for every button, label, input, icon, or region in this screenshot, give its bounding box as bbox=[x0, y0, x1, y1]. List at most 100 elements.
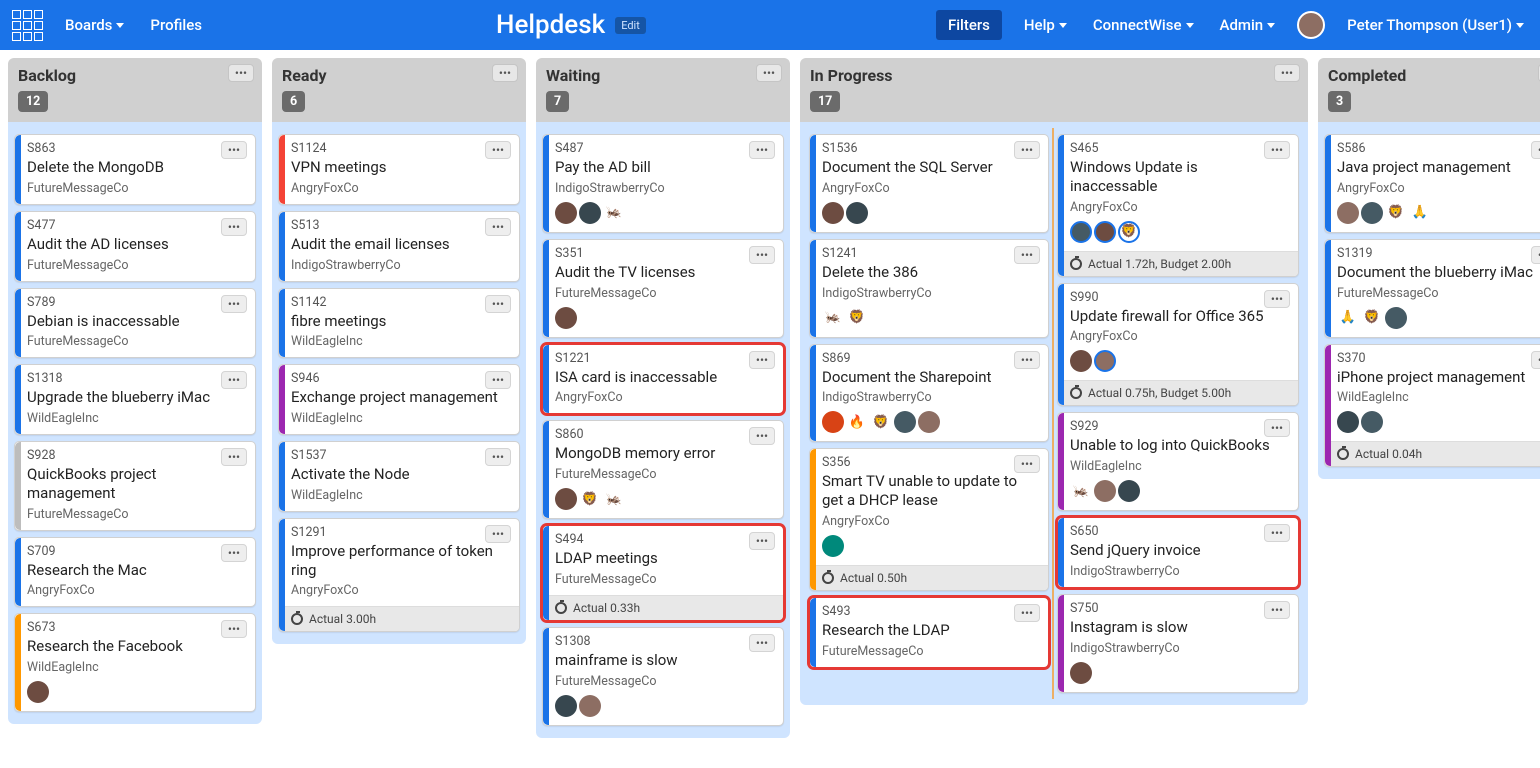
card-menu-button[interactable]: ••• bbox=[749, 634, 775, 652]
card-menu-button[interactable]: ••• bbox=[1014, 604, 1040, 622]
app-grid-icon[interactable] bbox=[12, 10, 43, 41]
ticket-card[interactable]: •••S1537Activate the NodeWildEagleInc bbox=[278, 441, 520, 512]
ticket-card[interactable]: •••S863Delete the MongoDBFutureMessageCo bbox=[14, 134, 256, 205]
card-menu-button[interactable]: ••• bbox=[1014, 141, 1040, 159]
assignee-avatar[interactable] bbox=[27, 681, 49, 703]
ticket-card[interactable]: •••S1536Document the SQL ServerAngryFoxC… bbox=[809, 134, 1049, 233]
assignee-avatar[interactable]: 🔥 bbox=[846, 411, 868, 433]
assignee-avatar[interactable] bbox=[1094, 480, 1116, 502]
filters-button[interactable]: Filters bbox=[936, 10, 1002, 40]
ticket-card[interactable]: •••S928QuickBooks project managementFutu… bbox=[14, 441, 256, 531]
card-menu-button[interactable]: ••• bbox=[221, 371, 247, 389]
assignee-avatar[interactable] bbox=[1361, 411, 1383, 433]
assignee-avatar[interactable] bbox=[918, 411, 940, 433]
ticket-card[interactable]: •••S990Update firewall for Office 365Ang… bbox=[1057, 283, 1299, 407]
assignee-avatar[interactable] bbox=[1070, 221, 1092, 243]
card-menu-button[interactable]: ••• bbox=[221, 620, 247, 638]
assignee-avatar[interactable]: 🦁 bbox=[846, 307, 868, 329]
ticket-card[interactable]: •••S946Exchange project managementWildEa… bbox=[278, 364, 520, 435]
card-menu-button[interactable]: ••• bbox=[221, 218, 247, 236]
ticket-card[interactable]: •••S1318Upgrade the blueberry iMacWildEa… bbox=[14, 364, 256, 435]
card-menu-button[interactable]: ••• bbox=[221, 295, 247, 313]
ticket-card[interactable]: •••S860MongoDB memory errorFutureMessage… bbox=[542, 420, 784, 519]
assignee-avatar[interactable] bbox=[1385, 307, 1407, 329]
column-menu-button[interactable]: ••• bbox=[1274, 64, 1300, 82]
card-menu-button[interactable]: ••• bbox=[485, 525, 511, 543]
assignee-avatar[interactable]: 🦗 bbox=[822, 307, 844, 329]
ticket-card[interactable]: •••S650Send jQuery invoiceIndigoStrawber… bbox=[1057, 517, 1299, 588]
assignee-avatar[interactable] bbox=[1337, 411, 1359, 433]
ticket-card[interactable]: •••S351Audit the TV licensesFutureMessag… bbox=[542, 239, 784, 338]
ticket-card[interactable]: •••S356Smart TV unable to update to get … bbox=[809, 448, 1049, 591]
ticket-card[interactable]: •••S370iPhone project managementWildEagl… bbox=[1324, 344, 1540, 468]
nav-profiles[interactable]: Profiles bbox=[146, 10, 206, 40]
user-avatar[interactable] bbox=[1297, 11, 1325, 39]
assignee-avatar[interactable] bbox=[555, 488, 577, 510]
ticket-card[interactable]: •••S477Audit the AD licensesFutureMessag… bbox=[14, 211, 256, 282]
ticket-card[interactable]: •••S465Windows Update is inaccessableAng… bbox=[1057, 134, 1299, 277]
assignee-avatar[interactable]: 🦗 bbox=[603, 202, 625, 224]
assignee-avatar[interactable] bbox=[555, 307, 577, 329]
card-menu-button[interactable]: ••• bbox=[749, 351, 775, 369]
card-menu-button[interactable]: ••• bbox=[1014, 246, 1040, 264]
ticket-card[interactable]: •••S493Research the LDAPFutureMessageCo bbox=[809, 597, 1049, 668]
card-menu-button[interactable]: ••• bbox=[1264, 290, 1290, 308]
card-menu-button[interactable]: ••• bbox=[1531, 351, 1540, 369]
card-menu-button[interactable]: ••• bbox=[749, 427, 775, 445]
ticket-card[interactable]: •••S1142fibre meetingsWildEagleInc bbox=[278, 288, 520, 359]
assignee-avatar[interactable] bbox=[894, 411, 916, 433]
card-menu-button[interactable]: ••• bbox=[1264, 524, 1290, 542]
assignee-avatar[interactable] bbox=[1070, 662, 1092, 684]
assignee-avatar[interactable] bbox=[1361, 202, 1383, 224]
assignee-avatar[interactable]: 🙏 bbox=[1409, 202, 1431, 224]
card-menu-button[interactable]: ••• bbox=[749, 141, 775, 159]
card-menu-button[interactable]: ••• bbox=[485, 371, 511, 389]
nav-boards[interactable]: Boards bbox=[61, 10, 128, 40]
card-menu-button[interactable]: ••• bbox=[1014, 351, 1040, 369]
ticket-card[interactable]: •••S750Instagram is slowIndigoStrawberry… bbox=[1057, 594, 1299, 693]
card-menu-button[interactable]: ••• bbox=[1531, 141, 1540, 159]
ticket-card[interactable]: •••S513Audit the email licensesIndigoStr… bbox=[278, 211, 520, 282]
nav-help[interactable]: Help bbox=[1020, 10, 1071, 40]
column-menu-button[interactable]: ••• bbox=[228, 64, 254, 82]
ticket-card[interactable]: •••S1241Delete the 386IndigoStrawberryCo… bbox=[809, 239, 1049, 338]
assignee-avatar[interactable] bbox=[846, 202, 868, 224]
assignee-avatar[interactable] bbox=[822, 202, 844, 224]
card-menu-button[interactable]: ••• bbox=[1264, 419, 1290, 437]
assignee-avatar[interactable] bbox=[1337, 202, 1359, 224]
assignee-avatar[interactable] bbox=[1094, 350, 1116, 372]
assignee-avatar[interactable] bbox=[555, 695, 577, 717]
ticket-card[interactable]: •••S487Pay the AD billIndigoStrawberryCo… bbox=[542, 134, 784, 233]
assignee-avatar[interactable] bbox=[1094, 221, 1116, 243]
ticket-card[interactable]: •••S929Unable to log into QuickBooksWild… bbox=[1057, 412, 1299, 511]
card-menu-button[interactable]: ••• bbox=[221, 448, 247, 466]
ticket-card[interactable]: •••S1291Improve performance of token rin… bbox=[278, 518, 520, 633]
nav-user[interactable]: Peter Thompson (User1) bbox=[1343, 10, 1528, 40]
assignee-avatar[interactable] bbox=[1070, 350, 1092, 372]
ticket-card[interactable]: •••S586Java project managementAngryFoxCo… bbox=[1324, 134, 1540, 233]
card-menu-button[interactable]: ••• bbox=[221, 141, 247, 159]
ticket-card[interactable]: •••S1319Document the blueberry iMacFutur… bbox=[1324, 239, 1540, 338]
ticket-card[interactable]: •••S1221ISA card is inaccessableAngryFox… bbox=[542, 344, 784, 415]
assignee-avatar[interactable]: 🦁 bbox=[1118, 221, 1140, 243]
card-menu-button[interactable]: ••• bbox=[485, 141, 511, 159]
ticket-card[interactable]: •••S1124VPN meetingsAngryFoxCo bbox=[278, 134, 520, 205]
assignee-avatar[interactable] bbox=[822, 535, 844, 557]
column-menu-button[interactable]: ••• bbox=[756, 64, 782, 82]
nav-connectwise[interactable]: ConnectWise bbox=[1089, 10, 1198, 40]
assignee-avatar[interactable] bbox=[1118, 480, 1140, 502]
card-menu-button[interactable]: ••• bbox=[749, 532, 775, 550]
assignee-avatar[interactable] bbox=[579, 202, 601, 224]
assignee-avatar[interactable]: 🦗 bbox=[603, 488, 625, 510]
card-menu-button[interactable]: ••• bbox=[1531, 246, 1540, 264]
assignee-avatar[interactable]: 🦗 bbox=[1070, 480, 1092, 502]
card-menu-button[interactable]: ••• bbox=[749, 246, 775, 264]
ticket-card[interactable]: •••S1308mainframe is slowFutureMessageCo bbox=[542, 627, 784, 726]
card-menu-button[interactable]: ••• bbox=[1264, 601, 1290, 619]
ticket-card[interactable]: •••S869Document the SharepointIndigoStra… bbox=[809, 344, 1049, 443]
assignee-avatar[interactable]: 🦁 bbox=[1361, 307, 1383, 329]
nav-admin[interactable]: Admin bbox=[1216, 10, 1280, 40]
card-menu-button[interactable]: ••• bbox=[221, 544, 247, 562]
assignee-avatar[interactable]: 🦁 bbox=[579, 488, 601, 510]
edit-board-button[interactable]: Edit bbox=[615, 17, 646, 34]
